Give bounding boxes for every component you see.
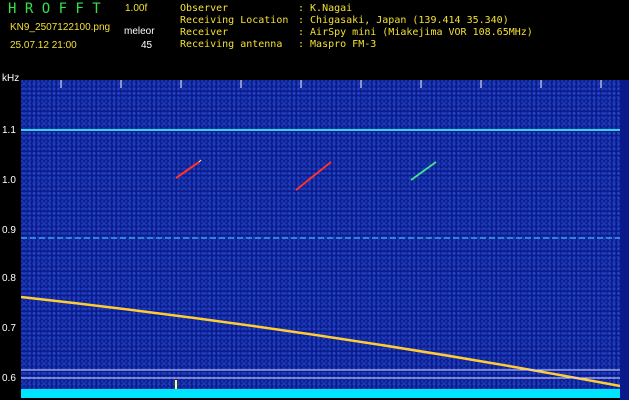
app-version: 1.00f (125, 3, 148, 14)
meteor-ping-3 (410, 161, 437, 181)
y-tick-0-9: 0.9 (2, 225, 16, 236)
plot-right-edge (620, 80, 629, 400)
y-tick-1-1: 1.1 (2, 125, 16, 136)
location-value: : Chigasaki, Japan (139.414 35.340) (298, 15, 509, 26)
meteor-ping-1-tail (198, 159, 202, 163)
spectrogram-plot (21, 80, 620, 398)
header-panel: H R O F F T 1.00f KN9_2507122100.png 25.… (0, 0, 629, 84)
antenna-value: : Maspro FM-3 (298, 39, 377, 50)
antenna-label: Receiving antenna (180, 39, 283, 50)
y-tick-0-6: 0.6 (2, 373, 16, 384)
y-tick-1-0: 1.0 (2, 175, 16, 186)
meteor-ping-2 (295, 161, 332, 191)
spectrogram-svg (21, 80, 620, 398)
observer-value: : K.Nagai (298, 3, 353, 14)
drift-signal (21, 295, 620, 388)
file-name: KN9_2507122100.png (10, 22, 111, 33)
y-tick-0-7: 0.7 (2, 323, 16, 334)
meteor-ping-1 (175, 161, 200, 179)
y-tick-0-8: 0.8 (2, 273, 16, 284)
y-unit-label: kHz (2, 73, 20, 84)
app-title: H R O F F T (8, 1, 101, 17)
observer-label: Observer (180, 3, 229, 14)
timestamp: 25.07.12 21:00 (10, 40, 77, 51)
receiver-label: Receiver (180, 27, 229, 38)
minute-ticks (60, 80, 602, 88)
baseline-bar (21, 389, 620, 398)
meteor-count: 45 (141, 40, 153, 51)
location-label: Receiving Location (180, 15, 289, 26)
meteor-label: meleor (124, 26, 155, 37)
receiver-value: : AirSpy mini (Miakejima VOR 108.65MHz) (298, 27, 533, 38)
